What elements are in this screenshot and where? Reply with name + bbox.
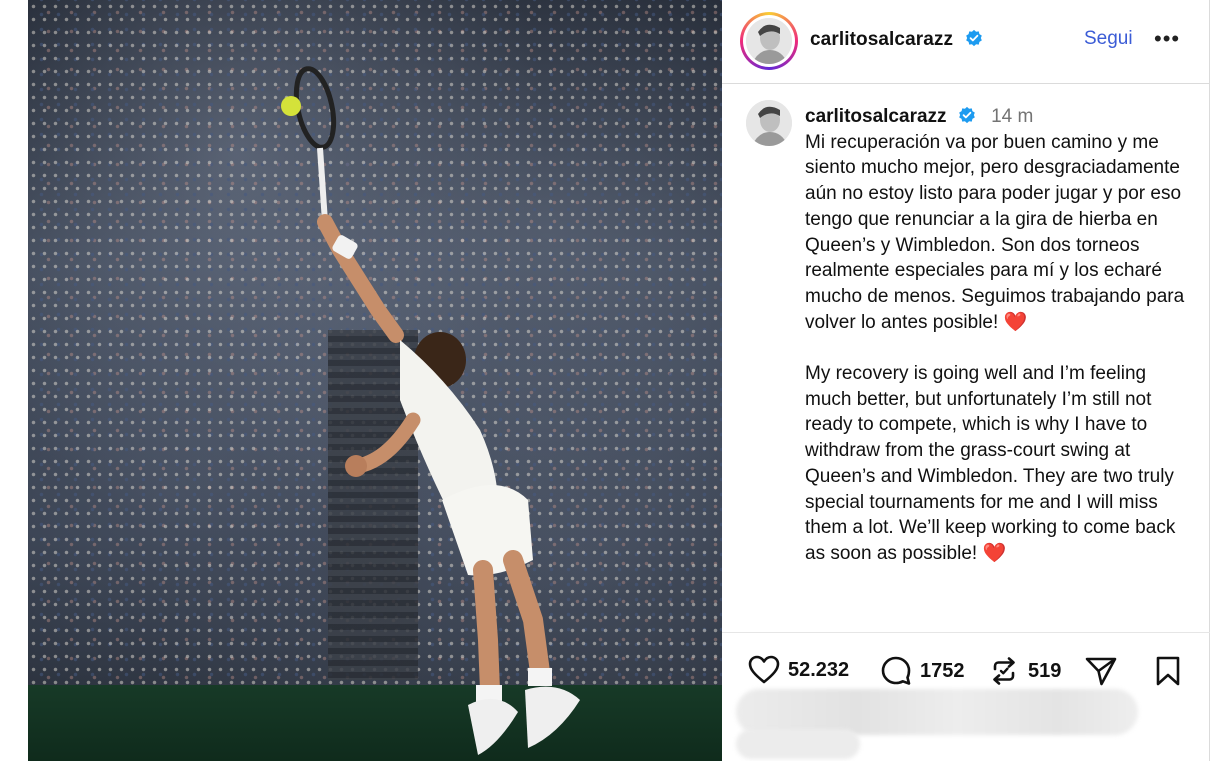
caption-spanish-text: Mi recuperación va por buen camino y me … xyxy=(805,131,1185,333)
repost-count[interactable]: 519 xyxy=(1028,660,1061,683)
more-options-icon[interactable]: ••• xyxy=(1154,26,1180,52)
blurred-timestamp-row xyxy=(736,729,860,759)
post-photo[interactable] xyxy=(28,0,722,761)
like-action[interactable]: 52.232 xyxy=(748,655,849,685)
repost-action[interactable]: 519 xyxy=(988,655,1061,687)
header-username[interactable]: carlitosalcarazz xyxy=(810,29,983,51)
action-bar: 52.232 1752 519 xyxy=(722,632,1210,761)
follow-button[interactable]: Segui xyxy=(1084,28,1133,50)
verified-badge-icon xyxy=(958,106,975,124)
repost-icon[interactable] xyxy=(988,655,1020,687)
verified-badge-icon xyxy=(965,29,982,47)
avatar-photo-icon xyxy=(746,100,792,146)
caption-english: My recovery is going well and I’m feelin… xyxy=(805,361,1195,567)
caption-username[interactable]: carlitosalcarazz xyxy=(805,106,947,127)
caption-english-text: My recovery is going well and I’m feelin… xyxy=(805,363,1176,564)
comment-action[interactable]: 1752 xyxy=(880,655,965,687)
avatar-photo-icon xyxy=(746,18,792,64)
share-icon[interactable] xyxy=(1084,655,1118,687)
caption-text: carlitosalcarazz 14 m Mi recuperación va… xyxy=(805,104,1195,567)
tennis-player-illustration xyxy=(281,66,580,755)
heart-icon[interactable] xyxy=(748,655,780,685)
caption-avatar[interactable] xyxy=(746,100,792,146)
post-panel: carlitosalcarazz Segui ••• carlitosalcar… xyxy=(722,0,1210,761)
profile-avatar[interactable] xyxy=(740,12,798,70)
left-margin xyxy=(0,0,28,761)
caption-spanish: Mi recuperación va por buen camino y me … xyxy=(805,130,1195,336)
like-count[interactable]: 52.232 xyxy=(788,659,849,682)
username-text[interactable]: carlitosalcarazz xyxy=(810,29,953,50)
caption-area: carlitosalcarazz 14 m Mi recuperación va… xyxy=(722,84,1210,632)
comment-icon[interactable] xyxy=(880,655,912,687)
post-time[interactable]: 14 m xyxy=(991,106,1033,127)
bookmark-icon[interactable] xyxy=(1154,655,1182,687)
heart-emoji: ❤️ xyxy=(1003,311,1028,333)
comment-count[interactable]: 1752 xyxy=(920,660,965,683)
heart-emoji: ❤️ xyxy=(982,542,1007,564)
share-action[interactable] xyxy=(1084,655,1118,687)
post-header: carlitosalcarazz Segui ••• xyxy=(722,0,1210,84)
save-action[interactable] xyxy=(1154,655,1182,687)
right-margin xyxy=(1210,0,1218,761)
